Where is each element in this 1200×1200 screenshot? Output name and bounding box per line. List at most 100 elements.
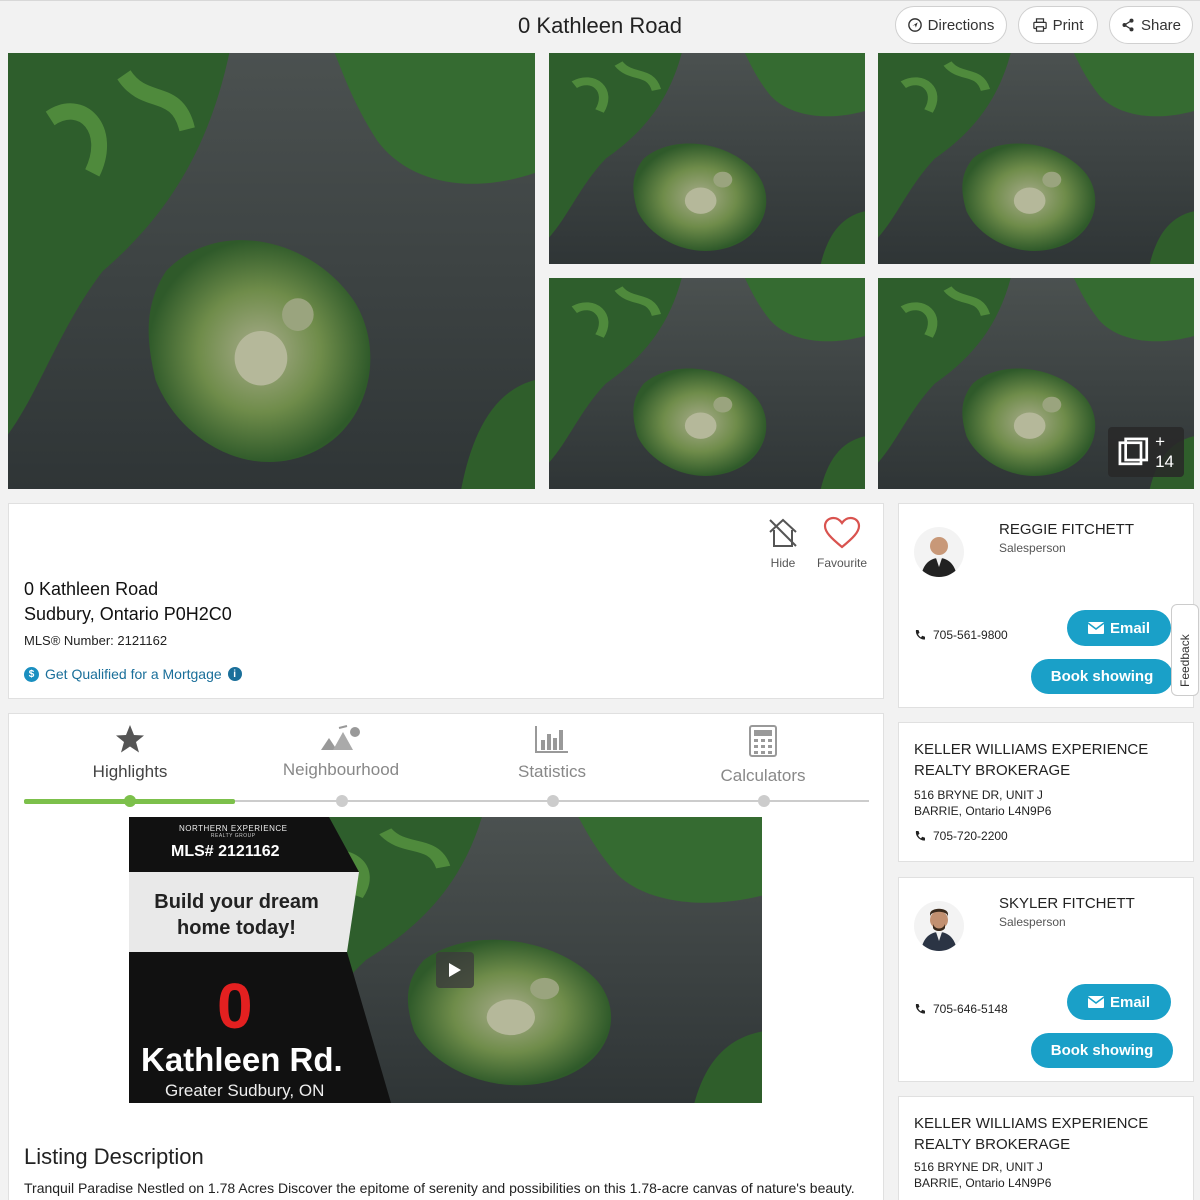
book-showing-button[interactable]: Book showing	[1031, 659, 1173, 694]
share-button[interactable]: Share	[1109, 6, 1193, 44]
more-photos-badge[interactable]: + 14	[1108, 427, 1184, 477]
brokerage-address1: 516 BRYNE DR, UNIT J	[914, 1160, 1043, 1174]
tab-label: Highlights	[92, 762, 168, 781]
aerial-photo	[878, 53, 1194, 264]
aerial-photo	[549, 53, 865, 264]
mls-number: MLS® Number: 2121162	[24, 633, 167, 648]
listing-video[interactable]: NORTHERN EXPERIENCE REALTY GROUP MLS# 21…	[129, 817, 762, 1103]
agent-role: Salesperson	[999, 541, 1066, 555]
hide-button[interactable]: Hide	[766, 516, 800, 570]
brokerage-card: KELLER WILLIAMS EXPERIENCE REALTY BROKER…	[898, 1096, 1194, 1200]
agent-role: Salesperson	[999, 915, 1066, 929]
email-label: Email	[1109, 619, 1151, 637]
favourite-button[interactable]: Favourite	[817, 516, 867, 570]
info-icon[interactable]: i	[227, 667, 242, 681]
brokerage-name: KELLER WILLIAMS EXPERIENCE REALTY BROKER…	[914, 1115, 1149, 1153]
play-button[interactable]	[436, 952, 474, 988]
agent-phone[interactable]: 705-646-5148	[914, 1002, 1008, 1016]
brokerage-phone-number: 705-720-2200	[933, 829, 1008, 843]
share-icon	[1122, 18, 1134, 32]
video-street: Kathleen Rd.	[141, 1041, 343, 1078]
email-button[interactable]: Email	[1067, 610, 1171, 646]
description-title: Listing Description	[24, 1144, 204, 1169]
tab-label: Neighbourhood	[282, 760, 400, 779]
mls-label: MLS® Number:	[24, 633, 114, 648]
tab-calculators[interactable]: Calculators	[658, 724, 868, 786]
bar-chart-icon	[535, 726, 568, 753]
agent-phone-number: 705-561-9800	[933, 628, 1008, 642]
aerial-photo	[8, 53, 535, 489]
hide-label: Hide	[770, 556, 796, 570]
more-photos-count: + 14	[1155, 432, 1175, 471]
email-label: Email	[1109, 993, 1151, 1011]
aerial-photo	[549, 278, 865, 489]
directions-label: Directions	[927, 16, 995, 34]
dollar-icon: $	[24, 666, 39, 682]
brokerage-card: KELLER WILLIAMS EXPERIENCE REALTY BROKER…	[898, 722, 1194, 862]
agent-phone-number: 705-646-5148	[933, 1002, 1008, 1016]
favourite-label: Favourite	[817, 556, 868, 570]
video-brand-name: NORTHERN EXPERIENCE	[179, 824, 288, 833]
tab-highlights[interactable]: Highlights	[25, 724, 235, 782]
calculator-icon	[749, 725, 777, 757]
tab-dot	[124, 795, 136, 807]
video-brand: NORTHERN EXPERIENCE REALTY GROUP	[179, 824, 287, 839]
gallery-photo-3[interactable]	[878, 53, 1194, 264]
mls-value: 2121162	[117, 633, 168, 648]
phone-icon	[915, 831, 925, 841]
brokerage-name: KELLER WILLIAMS EXPERIENCE REALTY BROKER…	[914, 741, 1149, 779]
print-button[interactable]: Print	[1018, 6, 1098, 44]
directions-icon	[907, 18, 922, 32]
agent-name: REGGIE FITCHETT	[999, 521, 1134, 538]
neighbourhood-icon	[321, 725, 360, 750]
tab-dot	[336, 795, 348, 807]
tab-dot	[758, 795, 770, 807]
avatar	[914, 527, 964, 577]
agent-phone[interactable]: 705-561-9800	[914, 628, 1008, 642]
agent-card: REGGIE FITCHETT Salesperson 705-561-9800…	[898, 503, 1194, 708]
description-text: Tranquil Paradise Nestled on 1.78 Acres …	[24, 1180, 855, 1196]
brokerage-address2: BARRIE, Ontario L4N9P6	[914, 1176, 1052, 1190]
tab-label: Statistics	[517, 762, 587, 781]
agent-card: SKYLER FITCHETT Salesperson 705-646-5148…	[898, 877, 1194, 1082]
tab-label: Calculators	[720, 766, 806, 785]
feedback-label: Feedback	[1178, 634, 1192, 687]
tab-dot	[547, 795, 559, 807]
play-icon	[449, 963, 461, 977]
directions-button[interactable]: Directions	[895, 6, 1007, 44]
tab-neighbourhood[interactable]: Neighbourhood	[236, 724, 446, 780]
share-label: Share	[1140, 16, 1182, 34]
printer-icon	[1032, 18, 1047, 32]
video-city: Greater Sudbury, ON	[165, 1081, 325, 1100]
email-button[interactable]: Email	[1067, 984, 1171, 1020]
video-street-number: 0	[217, 970, 253, 1042]
print-label: Print	[1052, 16, 1084, 34]
gallery-photo-4[interactable]	[549, 278, 865, 489]
mortgage-link-label: Get Qualified for a Mortgage	[45, 666, 222, 682]
hide-house-icon	[769, 518, 797, 547]
agent-name: SKYLER FITCHETT	[999, 895, 1135, 912]
gallery-photo-main[interactable]	[8, 53, 535, 489]
avatar	[914, 901, 964, 951]
envelope-icon	[1087, 996, 1104, 1008]
address-line1: 0 Kathleen Road	[24, 579, 159, 599]
page-header: 0 Kathleen Road Directions Print Share	[0, 0, 1200, 50]
gallery-photo-2[interactable]	[549, 53, 865, 264]
book-showing-button[interactable]: Book showing	[1031, 1033, 1173, 1068]
photos-icon	[1119, 437, 1149, 465]
mortgage-link[interactable]: $ Get Qualified for a Mortgage i	[24, 666, 242, 682]
listing-content-panel: Highlights Neighbourhood Statistics Calc…	[8, 713, 884, 1200]
address-line2: Sudbury, Ontario P0H2C0	[24, 604, 232, 624]
gallery-photo-5[interactable]: + 14	[878, 278, 1194, 489]
envelope-icon	[1087, 622, 1104, 634]
property-info-panel: Hide Favourite 0 Kathleen Road Sudbury, …	[8, 503, 884, 699]
brokerage-address2: BARRIE, Ontario L4N9P6	[914, 804, 1052, 818]
phone-icon	[915, 630, 925, 640]
heart-icon	[823, 516, 861, 549]
feedback-tab[interactable]: Feedback	[1171, 604, 1199, 696]
video-mls: MLS# 2121162	[171, 843, 280, 860]
phone-icon	[915, 1004, 925, 1014]
video-headline: Build your dream home today!	[154, 891, 319, 939]
brokerage-phone[interactable]: 705-720-2200	[914, 829, 1008, 843]
tab-statistics[interactable]: Statistics	[447, 724, 657, 782]
